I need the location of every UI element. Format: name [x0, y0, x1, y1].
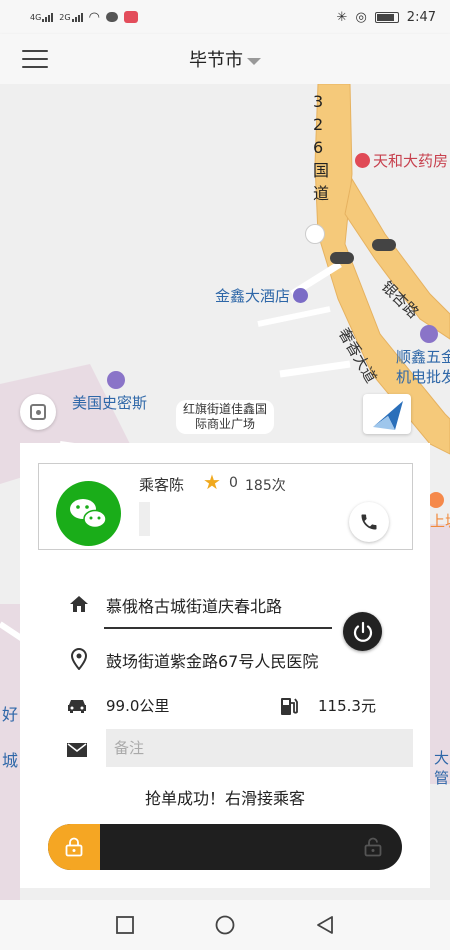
lock-icon — [65, 837, 83, 857]
status-time: 2:47 — [406, 9, 436, 25]
home-button[interactable] — [215, 915, 235, 935]
pickup-address: 慕俄格古城街道庆春北路 — [106, 597, 283, 616]
passenger-order-count: 185次 — [245, 478, 286, 494]
map-label-hongqi[interactable]: 红旗街道佳鑫国 际商业广场 — [176, 400, 274, 434]
call-button[interactable] — [349, 502, 389, 542]
price-value: 115.3元 — [318, 697, 376, 715]
phone-icon — [361, 514, 377, 530]
car-icon — [66, 695, 88, 717]
locate-icon — [30, 404, 46, 420]
app-notification-icon — [123, 11, 138, 23]
passenger-info: 乘客陈 ★ 0 185次 — [38, 463, 413, 550]
location-pin-icon — [68, 648, 90, 670]
slider-handle[interactable] — [48, 824, 100, 870]
poi-meiguo-icon[interactable] — [107, 371, 125, 389]
shop-icon[interactable] — [420, 325, 438, 343]
network-type-2: 2G — [59, 12, 71, 22]
unlock-icon — [364, 837, 382, 861]
map-label-road-326: 3 2 6 国 道 — [313, 92, 330, 203]
wechat-icon — [70, 499, 107, 529]
destination-address: 鼓场街道紫金路67号人民医院 — [106, 652, 319, 671]
map-label-right-2: 大 — [434, 749, 450, 767]
bluetooth-icon: ✳ — [336, 9, 348, 25]
traffic-light-icon — [330, 252, 354, 264]
power-icon — [353, 621, 372, 642]
hongqi-line-2: 际商业广场 — [194, 417, 255, 431]
hotel-icon — [293, 288, 309, 303]
remark-field[interactable]: 备注 — [106, 729, 413, 767]
shop-icon-right[interactable] — [428, 492, 444, 508]
wifi-icon: ◠ — [88, 9, 100, 25]
mail-icon — [66, 739, 88, 761]
map-label-pharmacy[interactable]: 天和大药房 — [355, 150, 448, 171]
map-label-hotel[interactable]: 金鑫大酒店 — [215, 285, 311, 306]
battery-icon — [374, 11, 399, 23]
navigation-icon — [373, 401, 403, 430]
home-icon — [68, 593, 90, 615]
passenger-rating: 0 — [229, 475, 238, 491]
hongqi-line-1: 红旗街道佳鑫国 — [182, 402, 267, 416]
pharmacy-icon — [355, 153, 370, 168]
status-bar: 4G 2G ◠ ✳ ◎ 2:47 — [0, 0, 450, 34]
map-label-right-3: 管 — [434, 769, 450, 787]
message-icon — [105, 12, 118, 22]
success-message: 抢单成功！右滑接乘客 — [144, 789, 305, 808]
network-type-1: 4G — [30, 12, 42, 22]
caret-down-icon — [247, 57, 261, 65]
slide-to-pickup[interactable] — [48, 824, 402, 870]
city-name: 毕节市 — [189, 50, 243, 71]
passenger-extra-field — [139, 502, 150, 536]
distance-value: 99.0公里 — [106, 697, 170, 715]
status-left: 4G 2G ◠ — [30, 10, 138, 25]
map-label-shunxin-2: 机电批发 — [396, 368, 450, 386]
recents-button[interactable] — [115, 915, 135, 935]
hotel-name: 金鑫大酒店 — [215, 287, 291, 305]
map-label-left-2: 城 — [2, 751, 19, 770]
address-divider — [104, 627, 332, 629]
order-card: 乘客陈 ★ 0 185次 慕俄格古城街道庆春北路 鼓场街道紫金路67号人民医院 … — [20, 443, 430, 888]
map-label-left-1: 好 — [2, 705, 19, 724]
power-button[interactable] — [343, 612, 382, 651]
wechat-avatar — [56, 481, 121, 546]
traffic-light-icon — [372, 239, 396, 251]
gas-station-icon[interactable] — [305, 224, 325, 244]
locate-button[interactable] — [20, 394, 56, 430]
location-status-icon: ◎ — [355, 9, 367, 25]
top-bar: 毕节市 — [0, 34, 450, 84]
map-label-right-1: 上城 — [430, 512, 450, 530]
fuel-icon — [278, 695, 300, 717]
system-nav-bar — [0, 900, 450, 950]
map-label-shunxin-1: 顺鑫五金 — [396, 348, 450, 366]
back-button[interactable] — [315, 915, 335, 935]
status-right: ✳ ◎ 2:47 — [337, 10, 436, 25]
navigation-button[interactable] — [363, 394, 411, 434]
city-selector[interactable]: 毕节市 — [0, 46, 450, 72]
signal-icon-2g: 2G — [59, 12, 83, 22]
pharmacy-name: 天和大药房 — [373, 152, 449, 170]
map-label-meiguo: 美国史密斯 — [72, 394, 148, 412]
signal-icon-4g: 4G — [30, 12, 54, 22]
passenger-name: 乘客陈 — [139, 476, 185, 494]
star-icon: ★ — [203, 470, 221, 494]
